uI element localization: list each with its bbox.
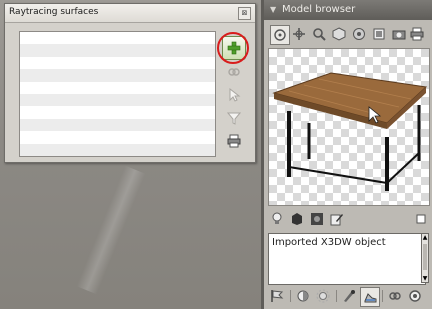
frame-button[interactable] — [372, 27, 386, 41]
print-icon — [410, 27, 424, 41]
filter-surface-button[interactable] — [224, 108, 244, 128]
light-button[interactable] — [270, 212, 284, 226]
bulb-icon — [272, 212, 282, 224]
print-icon — [227, 134, 241, 148]
object-icon — [292, 213, 302, 225]
add-icon — [227, 41, 241, 55]
flag-button[interactable] — [270, 289, 284, 303]
object-description-box[interactable]: Imported X3DW object — [268, 233, 426, 285]
camera-icon — [392, 30, 406, 40]
link-button[interactable] — [388, 289, 402, 303]
raytracing-surfaces-dialog: Raytracing surfaces ⊠ — [4, 3, 256, 163]
render-toolbar — [268, 287, 428, 307]
dialog-title-bar[interactable]: Raytracing surfaces ⊠ — [5, 4, 255, 23]
contrast-icon — [297, 290, 309, 302]
material-button[interactable] — [310, 212, 324, 226]
model-preview[interactable] — [268, 48, 430, 206]
add-surface-button[interactable] — [222, 36, 246, 60]
zoom-icon — [313, 28, 326, 41]
model-browser-panel: ▼ Model browser Imported X3DW object ▲ ▼ — [264, 0, 432, 309]
list-item[interactable] — [20, 69, 215, 82]
link-icon — [228, 68, 240, 76]
list-item[interactable] — [20, 93, 215, 107]
close-icon[interactable]: ⊠ — [238, 7, 251, 20]
camera-button[interactable] — [392, 27, 406, 41]
cube-icon — [332, 27, 346, 41]
edit-button[interactable] — [330, 212, 344, 226]
list-item[interactable] — [20, 106, 215, 118]
list-item[interactable] — [20, 82, 215, 94]
zoom-button[interactable] — [312, 27, 326, 41]
settings-circle-button[interactable] — [408, 289, 422, 303]
link-icon — [389, 292, 401, 300]
list-item[interactable] — [20, 131, 215, 143]
model-browser-header[interactable]: ▼ Model browser — [264, 0, 432, 20]
frame-icon — [373, 28, 385, 40]
list-item[interactable] — [20, 32, 215, 44]
object-button[interactable] — [290, 212, 304, 226]
cube-button[interactable] — [332, 27, 346, 41]
model-browser-toolbar — [268, 25, 428, 45]
description-scrollbar[interactable]: ▲ ▼ — [421, 233, 429, 283]
sphere-button[interactable] — [352, 27, 366, 41]
square-icon — [416, 214, 426, 224]
scroll-thumb[interactable] — [423, 244, 427, 270]
rotate-icon — [274, 29, 286, 41]
scroll-up-icon[interactable]: ▲ — [422, 234, 428, 241]
material-icon — [311, 213, 323, 225]
collapse-arrow-icon[interactable]: ▼ — [270, 5, 276, 14]
dialog-title: Raytracing surfaces — [9, 7, 99, 17]
print-button[interactable] — [410, 27, 424, 41]
toolbar-separator — [382, 290, 383, 302]
toolbar-separator — [336, 290, 337, 302]
move-button[interactable] — [292, 27, 306, 41]
list-item[interactable] — [20, 57, 215, 69]
sun-icon — [316, 289, 330, 303]
view-square-button[interactable] — [414, 212, 428, 226]
object-description-text: Imported X3DW object — [272, 237, 386, 248]
move-icon — [293, 28, 305, 40]
table-model-image — [272, 72, 428, 191]
sun-button[interactable] — [316, 289, 330, 303]
surfaces-sidebar — [220, 31, 248, 155]
link-surface-button[interactable] — [224, 62, 244, 82]
cursor-icon — [229, 88, 241, 102]
circle-icon — [409, 290, 421, 302]
print-surface-button[interactable] — [224, 131, 244, 151]
contrast-button[interactable] — [296, 289, 310, 303]
flag-icon — [271, 290, 284, 302]
model-browser-title: Model browser — [282, 4, 356, 15]
filter-icon — [227, 112, 241, 125]
scroll-down-icon[interactable]: ▼ — [422, 275, 428, 282]
viewport-light-streak — [76, 165, 146, 295]
list-item[interactable] — [20, 44, 215, 57]
brush-icon — [344, 290, 355, 302]
surfaces-list[interactable] — [19, 31, 216, 157]
shoe-icon — [364, 293, 377, 303]
rotate-button[interactable] — [270, 25, 290, 45]
brush-button[interactable] — [342, 289, 356, 303]
list-item[interactable] — [20, 118, 215, 132]
list-item[interactable] — [20, 143, 215, 156]
render-button[interactable] — [360, 287, 380, 307]
model-actions-toolbar — [268, 210, 428, 226]
select-surface-button[interactable] — [224, 85, 244, 105]
edit-icon — [330, 214, 343, 226]
toolbar-separator — [290, 290, 291, 302]
sphere-icon — [353, 28, 365, 40]
